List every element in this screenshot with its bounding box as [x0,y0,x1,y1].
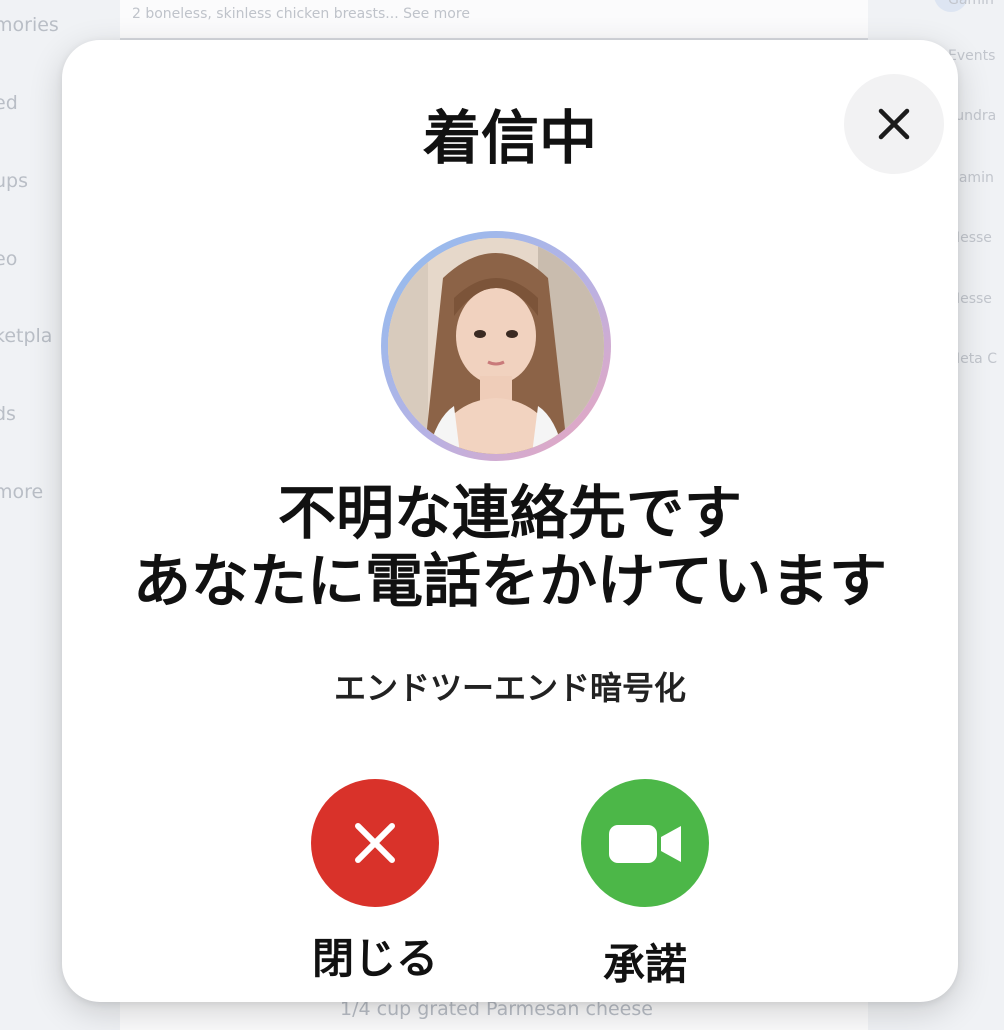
decline-call-button[interactable] [311,779,439,907]
close-button[interactable] [844,74,944,174]
background-shortcut: Gamin [934,0,994,12]
accept-call-button[interactable] [581,779,709,907]
background-nav-item: ups [0,170,29,192]
close-icon [878,108,910,140]
dialog-title: 着信中 [422,104,597,172]
background-nav-item: more [0,481,44,503]
close-icon [355,823,395,863]
background-left-nav: mories ed ups eo ketpla ds more [0,0,70,1030]
background-shortcut: Events [948,48,996,64]
background-post: 2 boneless, skinless chicken breasts... … [120,0,868,40]
encryption-label: エンドツーエンド暗号化 [333,669,686,707]
screen: mories ed ups eo ketpla ds more 2 bonele… [0,0,1004,1030]
background-post-snippet: 2 boneless, skinless chicken breasts... … [132,6,470,22]
background-nav-item: ds [0,403,16,425]
avatar-photo [388,238,604,454]
decline-label: 閉じる [311,934,438,983]
accept-label: 承諾 [602,940,687,989]
incoming-call-dialog: 着信中 不明な連絡先です あなたに電話をかけています エンドツーエンド暗号化 閉… [62,40,958,1002]
caller-status-line-1: 不明な連絡先です [277,479,742,547]
caller-avatar-ring [381,231,611,461]
background-nav-item: ketpla [0,325,53,347]
background-nav-item: mories [0,14,59,36]
caller-status-line-2: あなたに電話をかけています [132,547,887,615]
background-nav-item: eo [0,248,18,270]
background-nav-item: ed [0,92,18,114]
video-camera-icon [609,825,681,863]
caller-avatar [388,238,604,454]
